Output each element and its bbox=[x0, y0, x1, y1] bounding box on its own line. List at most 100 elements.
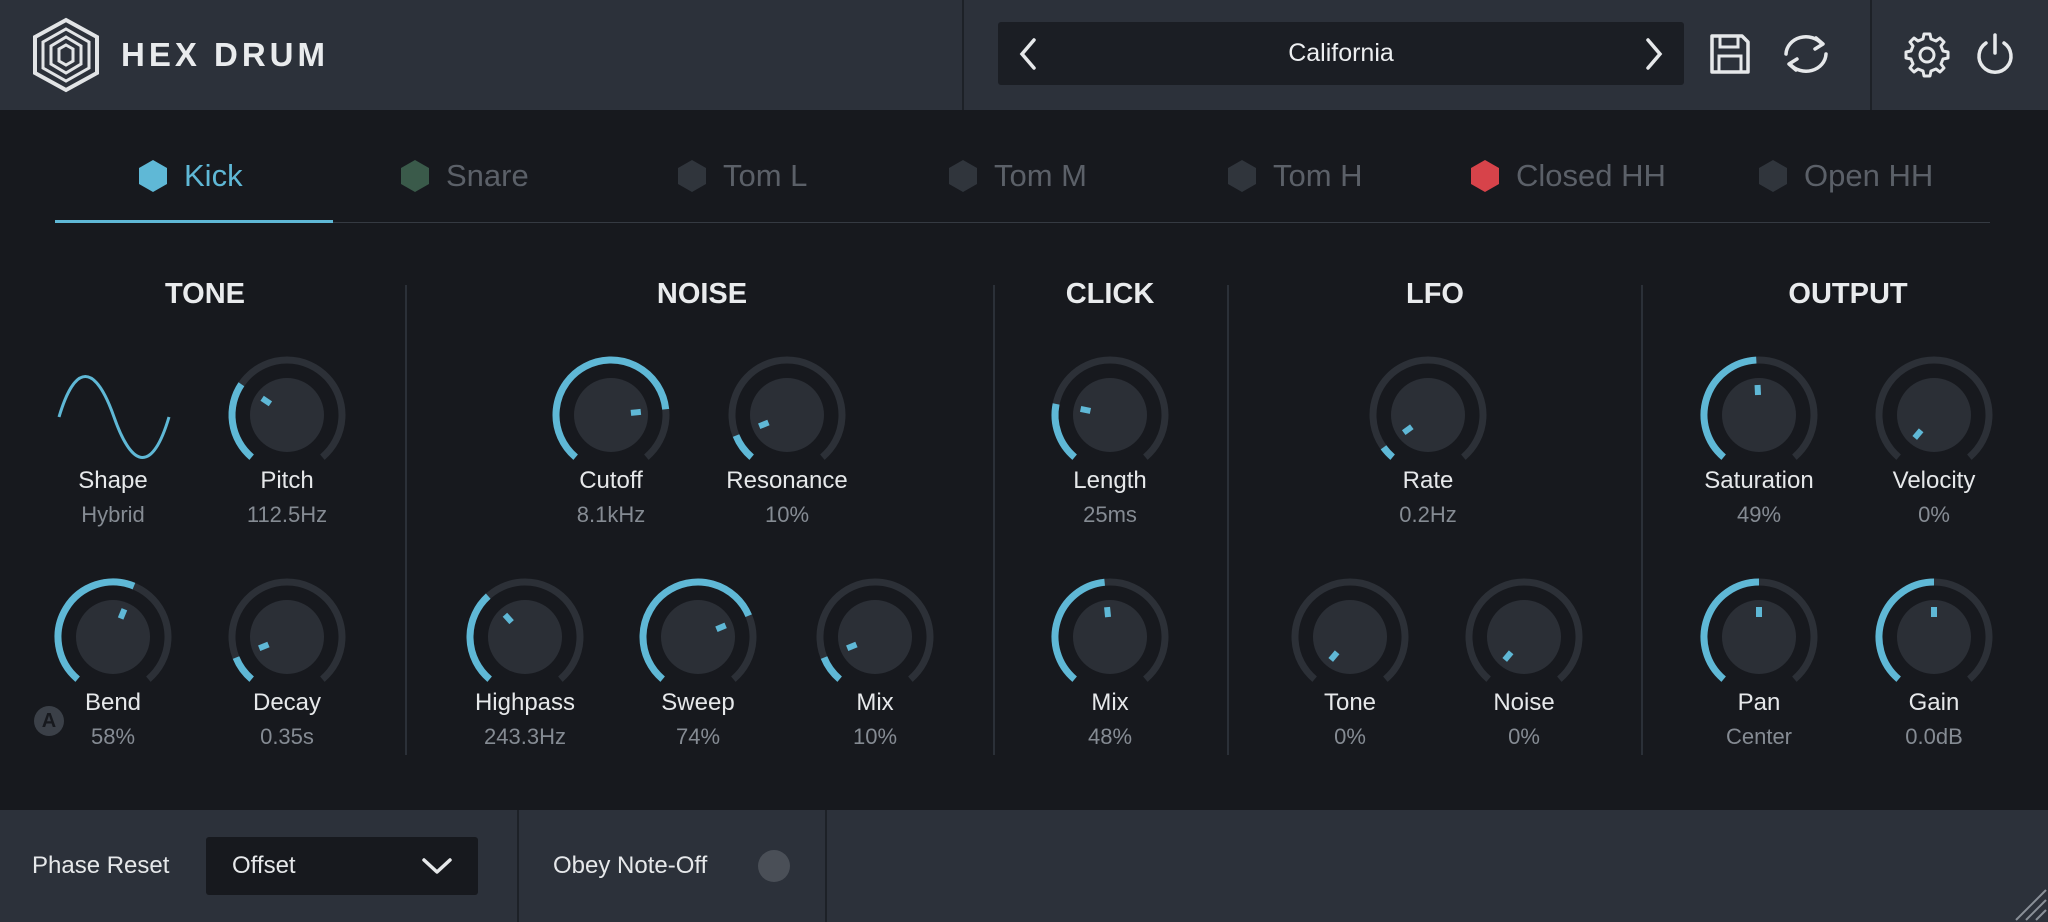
tom-h-hex-icon bbox=[1228, 160, 1256, 192]
preset-name[interactable]: California bbox=[1058, 22, 1624, 85]
knob-body bbox=[1391, 378, 1465, 452]
decay-knob[interactable] bbox=[225, 575, 349, 699]
tab-label: Tom L bbox=[723, 158, 808, 193]
cutoff-value: 8.1kHz bbox=[576, 502, 646, 527]
noise-mix-value: 10% bbox=[852, 724, 898, 749]
highpass-label: Highpass bbox=[474, 689, 576, 716]
knob-body bbox=[750, 378, 824, 452]
sweep-knob[interactable] bbox=[636, 575, 760, 699]
pan-label: Pan bbox=[1737, 689, 1781, 716]
knob-value-arc bbox=[228, 382, 254, 460]
tab-closed-hh[interactable]: Closed HH bbox=[1468, 146, 1666, 206]
tab-open-hh[interactable]: Open HH bbox=[1756, 146, 1933, 206]
saturation-knob[interactable] bbox=[1697, 353, 1821, 477]
tab-tom-l[interactable]: Tom L bbox=[675, 146, 807, 206]
footer-divider bbox=[825, 810, 827, 922]
sync-button[interactable] bbox=[1777, 26, 1835, 82]
chevron-left-icon bbox=[1019, 38, 1036, 70]
drum-editor-panel: Kick Snare Tom L Tom M Tom H Closed HH O… bbox=[0, 110, 2048, 810]
save-preset-button[interactable] bbox=[1702, 26, 1758, 82]
noise-mix-label: Mix bbox=[856, 689, 894, 716]
resonance-knob[interactable] bbox=[725, 353, 849, 477]
settings-button[interactable] bbox=[1899, 27, 1955, 83]
cutoff-knob[interactable] bbox=[549, 353, 673, 477]
knob-pointer bbox=[1080, 406, 1092, 414]
lfo-tone-value: 0% bbox=[1334, 724, 1366, 749]
knob-pointer bbox=[117, 608, 128, 620]
phase-reset-dropdown[interactable]: Offset bbox=[206, 837, 478, 895]
knob-pointer bbox=[1104, 606, 1112, 618]
length-knob[interactable] bbox=[1048, 353, 1172, 477]
knob-pointer bbox=[630, 408, 642, 416]
tab-kick[interactable]: Kick bbox=[136, 146, 243, 206]
lfo-noise-value: 0% bbox=[1508, 724, 1540, 749]
lfo-tone-knob[interactable] bbox=[1288, 575, 1412, 699]
knob-value-arc bbox=[732, 434, 755, 460]
tab-tom-h[interactable]: Tom H bbox=[1225, 146, 1363, 206]
lfo-noise-knob[interactable] bbox=[1462, 575, 1586, 699]
knob-body bbox=[250, 378, 324, 452]
section-title-noise: NOISE bbox=[656, 278, 748, 310]
gear-icon bbox=[1904, 32, 1950, 78]
logo-hex-icon bbox=[33, 17, 99, 93]
tab-label: Tom M bbox=[994, 158, 1087, 193]
knob-pointer bbox=[258, 641, 270, 652]
highpass-knob[interactable] bbox=[463, 575, 587, 699]
length-value: 25ms bbox=[1083, 502, 1137, 527]
section-title-tone: TONE bbox=[164, 278, 246, 310]
chevron-right-icon bbox=[1646, 38, 1663, 70]
pan-value: Center bbox=[1725, 724, 1793, 749]
tab-snare[interactable]: Snare bbox=[398, 146, 529, 206]
automation-badge[interactable]: A bbox=[34, 706, 64, 736]
velocity-knob[interactable] bbox=[1872, 353, 1996, 477]
chevron-down-icon bbox=[422, 858, 452, 874]
highpass-value: 243.3Hz bbox=[484, 724, 566, 749]
velocity-value: 0% bbox=[1918, 502, 1950, 527]
knob-value-arc bbox=[820, 656, 843, 682]
pitch-knob[interactable] bbox=[225, 353, 349, 477]
knob-body bbox=[1897, 378, 1971, 452]
tab-tom-m[interactable]: Tom M bbox=[946, 146, 1087, 206]
footer-bar: Phase Reset Offset Obey Note-Off bbox=[0, 810, 2048, 922]
noise-mix-knob[interactable] bbox=[813, 575, 937, 699]
shape-selector[interactable] bbox=[55, 365, 173, 465]
open-hh-hex-icon bbox=[1759, 160, 1787, 192]
power-button[interactable] bbox=[1967, 27, 2023, 83]
prev-preset-button[interactable] bbox=[1008, 32, 1048, 76]
knob-body bbox=[1073, 378, 1147, 452]
gain-knob[interactable] bbox=[1872, 575, 1996, 699]
tab-label: Kick bbox=[184, 158, 243, 193]
knob-value-arc bbox=[1051, 403, 1077, 460]
knob-body bbox=[250, 600, 324, 674]
snare-hex-icon bbox=[401, 160, 429, 192]
phase-reset-label: Phase Reset bbox=[32, 852, 170, 879]
tab-bar-divider bbox=[55, 222, 1990, 223]
velocity-label: Velocity bbox=[1892, 467, 1976, 494]
pitch-label: Pitch bbox=[260, 467, 314, 494]
section-title-click: CLICK bbox=[1065, 278, 1155, 310]
knob-pointer bbox=[715, 622, 727, 633]
sync-icon bbox=[1784, 35, 1828, 73]
knob-value-arc bbox=[1380, 445, 1395, 460]
resize-grip-icon[interactable] bbox=[2008, 882, 2048, 922]
sweep-value: 74% bbox=[675, 724, 721, 749]
tab-label: Snare bbox=[446, 158, 529, 193]
rate-label: Rate bbox=[1402, 467, 1454, 494]
gain-value: 0.0dB bbox=[1905, 724, 1963, 749]
tom-l-hex-icon bbox=[678, 160, 706, 192]
section-divider bbox=[993, 285, 995, 755]
knob-body bbox=[76, 600, 150, 674]
rate-knob[interactable] bbox=[1366, 353, 1490, 477]
click-mix-value: 48% bbox=[1087, 724, 1133, 749]
bend-knob[interactable] bbox=[51, 575, 175, 699]
preset-selector[interactable]: California bbox=[998, 22, 1684, 85]
click-mix-knob[interactable] bbox=[1048, 575, 1172, 699]
section-title-lfo: LFO bbox=[1406, 278, 1464, 310]
section-divider bbox=[405, 285, 407, 755]
knob-body bbox=[488, 600, 562, 674]
next-preset-button[interactable] bbox=[1634, 32, 1674, 76]
pitch-value: 112.5Hz bbox=[246, 502, 328, 527]
pan-knob[interactable] bbox=[1697, 575, 1821, 699]
obey-note-off-toggle[interactable] bbox=[758, 850, 790, 882]
knob-body bbox=[1487, 600, 1561, 674]
